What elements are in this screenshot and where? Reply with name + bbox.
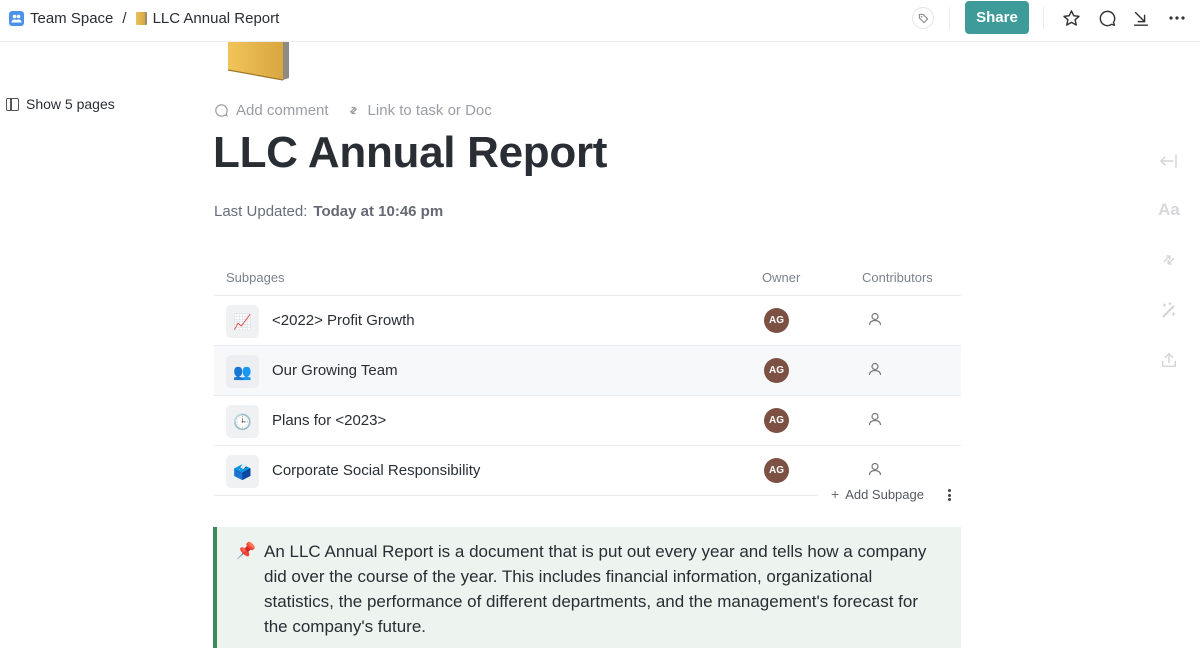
header-subpages: Subpages <box>226 270 285 285</box>
subpage-name[interactable]: Corporate Social Responsibility <box>272 462 480 479</box>
avatar[interactable]: AG <box>764 458 789 483</box>
page-title[interactable]: LLC Annual Report <box>213 128 607 178</box>
add-contributor-button[interactable] <box>868 412 882 431</box>
table-row[interactable]: 🕒 Plans for <2023> AG <box>214 396 961 446</box>
tag-icon <box>918 13 928 23</box>
link-icon <box>349 106 357 115</box>
add-comment-label: Add comment <box>236 102 329 119</box>
add-contributor-button[interactable] <box>868 362 882 381</box>
link-button[interactable] <box>1158 249 1180 271</box>
show-pages-label: Show 5 pages <box>26 96 115 112</box>
ballot-box-icon: 🗳️ <box>226 455 259 488</box>
person-icon <box>868 412 882 426</box>
comment-icon <box>1099 10 1115 26</box>
person-icon <box>868 362 882 376</box>
subpage-name[interactable]: Plans for <2023> <box>272 412 386 429</box>
divider <box>214 495 818 496</box>
breadcrumb: Team Space / LLC Annual Report <box>9 0 279 36</box>
comment-icon <box>215 104 228 117</box>
add-comment-button[interactable]: Add comment <box>214 102 329 119</box>
share-button[interactable]: Share <box>965 1 1029 34</box>
last-updated-value: Today at 10:46 pm <box>313 203 444 220</box>
table-row[interactable]: 👥 Our Growing Team AG <box>214 346 961 396</box>
last-updated-label: Last Updated: <box>214 203 308 220</box>
header-owner: Owner <box>762 270 801 285</box>
person-icon <box>868 462 882 476</box>
callout-text[interactable]: An LLC Annual Report is a document that … <box>264 539 944 639</box>
more-horizontal-icon <box>1169 16 1185 20</box>
ledger-icon <box>135 11 147 25</box>
more-button[interactable] <box>1167 8 1187 28</box>
breadcrumb-space[interactable]: Team Space <box>30 10 113 27</box>
subpages-table: Subpages Owner Contributors 📈 <2022> Pro… <box>214 262 961 496</box>
avatar[interactable]: AG <box>764 408 789 433</box>
divider <box>949 7 950 29</box>
avatar[interactable]: AG <box>764 308 789 333</box>
people-icon <box>9 10 24 26</box>
last-updated: Last Updated: Today at 10:46 pm <box>214 203 443 220</box>
breadcrumb-separator: / <box>122 9 127 27</box>
person-icon <box>868 312 882 326</box>
magic-wand-icon <box>1162 302 1176 318</box>
ledger-icon[interactable] <box>227 42 293 82</box>
divider <box>1043 7 1044 29</box>
collapse-left-button[interactable] <box>1158 150 1180 172</box>
table-header: Subpages Owner Contributors <box>214 262 961 296</box>
collapse-arrow-icon <box>1133 11 1149 26</box>
more-vertical-icon[interactable] <box>943 487 955 503</box>
sidebar-panel-icon <box>6 97 19 111</box>
collapse-left-icon <box>1160 154 1177 168</box>
add-contributor-button[interactable] <box>868 462 882 481</box>
pushpin-icon[interactable]: 📌 <box>236 541 256 561</box>
font-size-button[interactable]: Aa <box>1158 199 1180 221</box>
header-contributors: Contributors <box>862 270 933 285</box>
clock-icon: 🕒 <box>226 405 259 438</box>
link-task-label: Link to task or Doc <box>367 102 492 119</box>
avatar[interactable]: AG <box>764 358 789 383</box>
top-bar: Team Space / LLC Annual Report Share <box>0 0 1200 42</box>
subpage-name[interactable]: <2022> Profit Growth <box>272 312 415 329</box>
collapse-button[interactable] <box>1131 8 1151 28</box>
tag-button[interactable] <box>912 7 934 29</box>
breadcrumb-doc[interactable]: LLC Annual Report <box>153 10 280 27</box>
star-icon <box>1062 9 1080 26</box>
table-row[interactable]: 📈 <2022> Profit Growth AG <box>214 296 961 346</box>
export-icon <box>1161 352 1177 368</box>
comment-button[interactable] <box>1097 8 1117 28</box>
magic-wand-button[interactable] <box>1158 299 1180 321</box>
add-subpage-label: Add Subpage <box>845 486 924 502</box>
link-icon <box>1163 255 1175 265</box>
chart-increasing-icon: 📈 <box>226 305 259 338</box>
link-task-button[interactable]: Link to task or Doc <box>346 102 492 119</box>
people-icon: 👥 <box>226 355 259 388</box>
subpage-name[interactable]: Our Growing Team <box>272 362 398 379</box>
callout-block[interactable]: 📌 An LLC Annual Report is a document tha… <box>213 527 961 648</box>
add-subpage-button[interactable]: + Add Subpage <box>831 486 924 502</box>
show-pages-toggle[interactable]: Show 5 pages <box>6 96 115 112</box>
doc-actions: Add comment Link to task or Doc <box>214 102 509 119</box>
add-contributor-button[interactable] <box>868 312 882 331</box>
plus-icon: + <box>831 486 840 502</box>
export-button[interactable] <box>1158 349 1180 371</box>
star-button[interactable] <box>1061 8 1081 28</box>
